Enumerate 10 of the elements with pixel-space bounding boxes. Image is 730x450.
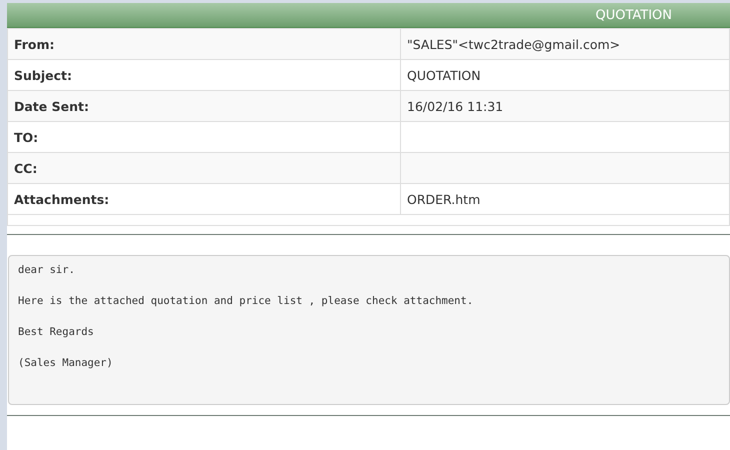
body-line: Here is the attached quotation and price list , please check attachment. — [18, 295, 474, 307]
body-line: dear sir. — [18, 264, 76, 276]
field-label: Date Sent: — [8, 90, 400, 122]
field-label: CC: — [8, 152, 400, 184]
body-line: Best Regards — [18, 326, 95, 338]
field-value: "SALES"<twc2trade@gmail.com> — [400, 28, 730, 60]
message-title: QUOTATION — [595, 8, 672, 22]
field-value: 16/02/16 11:31 — [400, 90, 730, 122]
body-line: (Sales Manager) — [18, 357, 114, 369]
field-label: From: — [8, 28, 400, 60]
